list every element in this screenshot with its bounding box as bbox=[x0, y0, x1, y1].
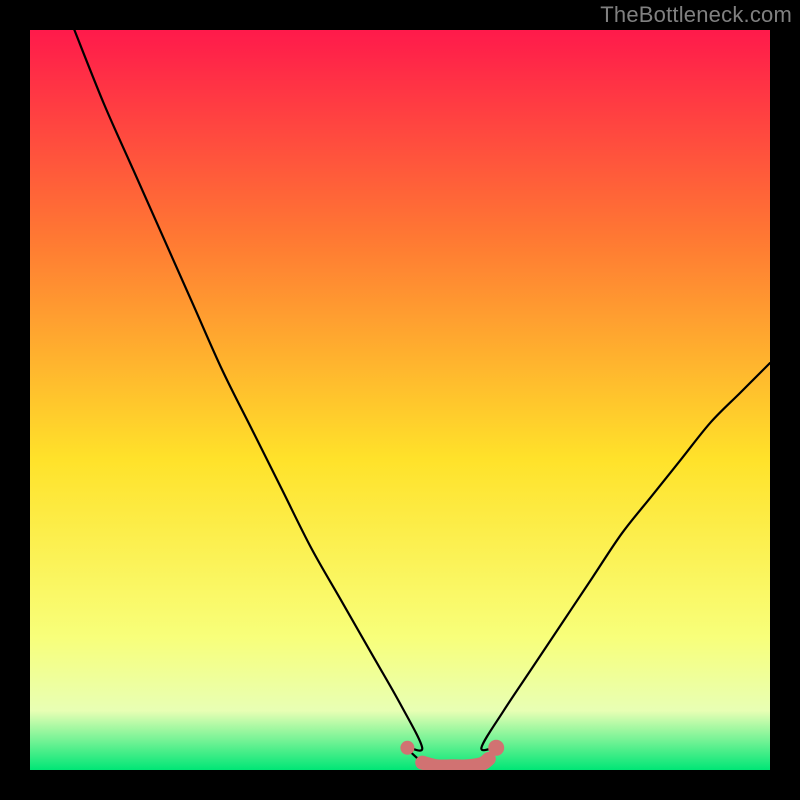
plot-area bbox=[30, 30, 770, 770]
outer-frame: TheBottleneck.com bbox=[0, 0, 800, 800]
valley-end-dot bbox=[488, 740, 504, 756]
chart-svg bbox=[30, 30, 770, 770]
gradient-background bbox=[30, 30, 770, 770]
valley-highlight-stroke bbox=[422, 759, 489, 767]
watermark-text: TheBottleneck.com bbox=[600, 2, 792, 28]
valley-end-dot bbox=[400, 741, 414, 755]
